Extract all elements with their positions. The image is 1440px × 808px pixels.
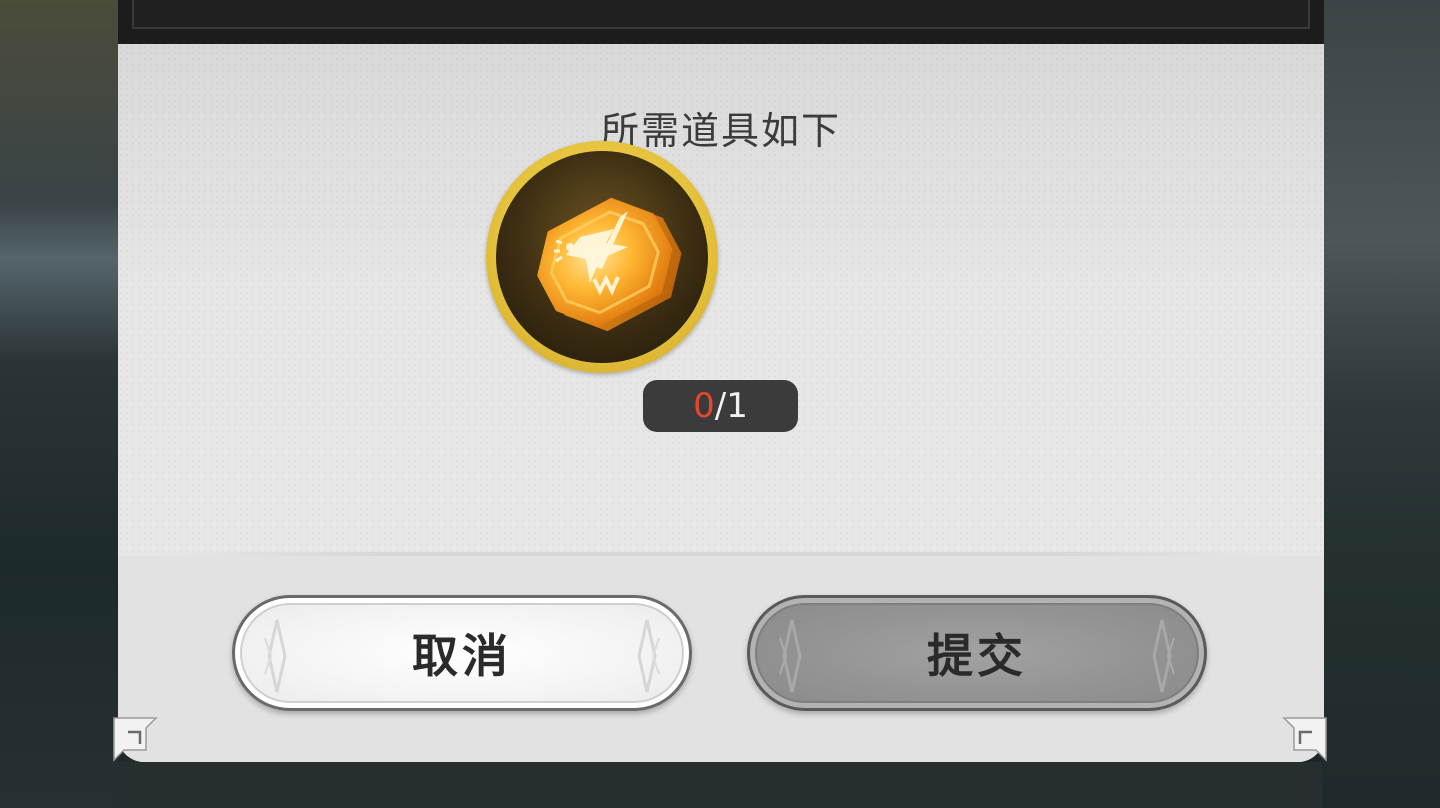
background-bottom (118, 762, 1322, 808)
background-left (0, 0, 118, 808)
cancel-button[interactable]: 取消 (232, 595, 692, 711)
top-panel-inner (132, 0, 1310, 29)
top-panel-frame (118, 0, 1324, 44)
submit-button-label: 提交 (927, 629, 1027, 683)
cancel-button-label: 取消 (412, 629, 512, 683)
required-item-slot[interactable] (486, 141, 718, 373)
item-slot-inner (496, 151, 708, 363)
divider (158, 552, 1284, 556)
item-count-badge: 0/1 (643, 380, 798, 432)
corner-ornament-icon (1282, 717, 1327, 762)
item-count-have: 0 (693, 386, 715, 426)
background-right (1322, 0, 1440, 808)
button-ornament-icon (779, 619, 802, 693)
item-count-separator: / (714, 386, 727, 426)
button-ornament-icon (637, 619, 660, 693)
button-ornament-icon (264, 619, 287, 693)
corner-ornament-icon (113, 717, 158, 762)
golden-crest-token-icon (537, 197, 682, 332)
button-ornament-icon (1152, 619, 1175, 693)
dialog-title: 所需道具如下 (600, 109, 841, 153)
item-count-need: 1 (726, 386, 748, 426)
submit-button[interactable]: 提交 (747, 595, 1207, 711)
